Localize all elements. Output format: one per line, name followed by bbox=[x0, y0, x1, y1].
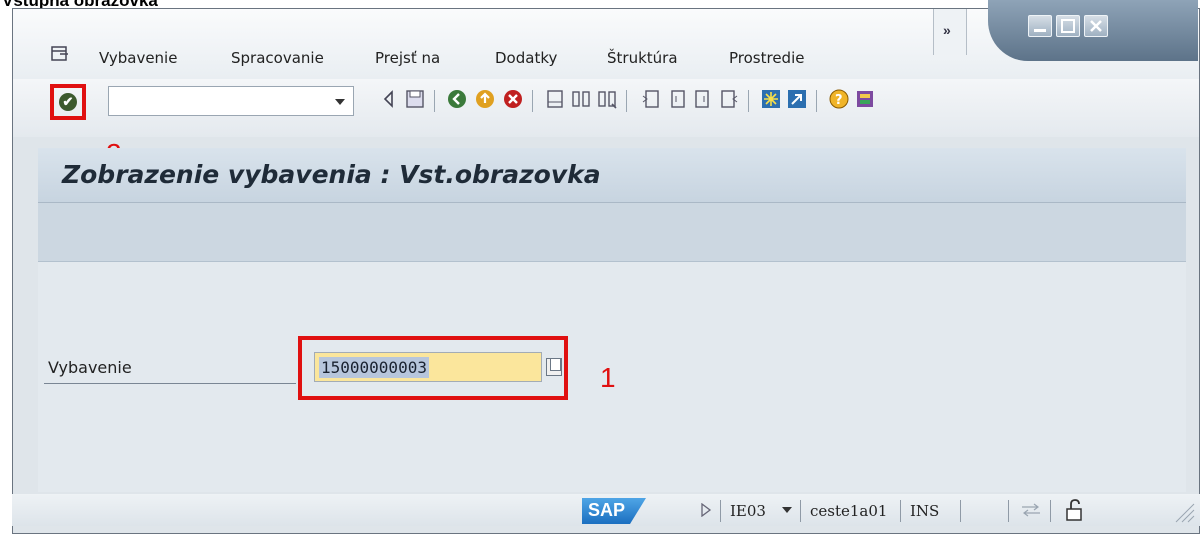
minimize-icon bbox=[1034, 29, 1046, 32]
close-button[interactable] bbox=[1084, 15, 1108, 37]
svg-text:?: ? bbox=[835, 93, 843, 108]
last-page-icon[interactable] bbox=[718, 88, 740, 110]
close-icon bbox=[1090, 20, 1102, 32]
sap-logo: SAP bbox=[582, 498, 646, 524]
layout-icon[interactable] bbox=[854, 88, 876, 110]
save-icon[interactable] bbox=[404, 88, 426, 110]
menu-item-prostredie[interactable]: Prostredie bbox=[729, 49, 804, 67]
equipment-label: Vybavenie bbox=[48, 358, 132, 377]
menu-icon[interactable] bbox=[51, 45, 69, 63]
annotation-1: 1 bbox=[600, 362, 616, 393]
highlight-box-1 bbox=[298, 336, 568, 400]
screen-area: Zobrazenie vybavenia : Vst.obrazovka Vyb… bbox=[38, 148, 1186, 492]
shortcut-icon[interactable] bbox=[786, 88, 808, 110]
find-icon[interactable] bbox=[570, 88, 592, 110]
exit-icon[interactable] bbox=[474, 88, 496, 110]
status-separator bbox=[1008, 500, 1009, 522]
first-page-icon[interactable] bbox=[640, 88, 662, 110]
status-separator bbox=[800, 500, 801, 522]
label-underline bbox=[44, 383, 296, 384]
maximize-button[interactable] bbox=[1056, 15, 1080, 37]
help-icon[interactable]: ? bbox=[828, 88, 850, 110]
lock-icon[interactable] bbox=[1064, 498, 1086, 522]
application-toolbar bbox=[38, 203, 1186, 262]
menu-bar: Vybavenie Spracovanie Prejsť na Dodatky … bbox=[13, 0, 1199, 79]
title-band: Zobrazenie vybavenia : Vst.obrazovka bbox=[38, 148, 1186, 203]
find-next-icon[interactable] bbox=[596, 88, 618, 110]
back-icon[interactable] bbox=[446, 88, 468, 110]
toolbar-separator bbox=[434, 90, 435, 112]
toolbar-separator bbox=[626, 90, 627, 112]
menu-item-vybavenie[interactable]: Vybavenie bbox=[99, 49, 177, 67]
back-arrow-icon[interactable] bbox=[378, 88, 400, 110]
status-separator bbox=[900, 500, 901, 522]
toolbar-separator bbox=[816, 90, 817, 112]
overflow-chevron: » bbox=[943, 22, 951, 38]
cancel-icon[interactable] bbox=[502, 88, 524, 110]
status-bar: SAP IE03 ceste1a01 INS bbox=[12, 494, 1200, 526]
menu-item-dodatky[interactable]: Dodatky bbox=[495, 49, 557, 67]
menu-item-prejst-na[interactable]: Prejsť na bbox=[375, 49, 440, 67]
maximize-icon bbox=[1061, 19, 1075, 33]
status-separator bbox=[960, 500, 961, 522]
status-separator bbox=[1050, 500, 1051, 522]
enter-button[interactable]: ✔ bbox=[50, 84, 86, 120]
print-icon[interactable] bbox=[544, 88, 566, 110]
resize-grip-icon[interactable] bbox=[1172, 500, 1196, 524]
menu-item-spracovanie[interactable]: Spracovanie bbox=[231, 49, 324, 67]
status-separator bbox=[720, 500, 721, 522]
next-page-icon[interactable] bbox=[692, 88, 714, 110]
toolbar-separator bbox=[532, 90, 533, 112]
minimize-button[interactable] bbox=[1028, 15, 1052, 37]
toolbar-separator bbox=[748, 90, 749, 112]
page-title: Zobrazenie vybavenia : Vst.obrazovka bbox=[62, 160, 601, 189]
chevron-down-icon[interactable] bbox=[782, 507, 792, 513]
menu-item-struktura[interactable]: Štruktúra bbox=[607, 49, 678, 67]
previous-page-icon[interactable] bbox=[666, 88, 688, 110]
play-icon[interactable] bbox=[700, 503, 712, 517]
window-controls bbox=[988, 0, 1198, 61]
command-field[interactable] bbox=[108, 86, 354, 116]
transfer-icon[interactable] bbox=[1020, 501, 1042, 519]
server-name: ceste1a01 bbox=[810, 502, 888, 520]
chevron-down-icon[interactable] bbox=[335, 99, 345, 105]
insert-mode: INS bbox=[910, 502, 940, 520]
new-session-icon[interactable] bbox=[760, 88, 782, 110]
menu-overflow-button[interactable]: » bbox=[933, 9, 967, 55]
check-icon: ✔ bbox=[59, 93, 77, 111]
transaction-code: IE03 bbox=[730, 502, 766, 520]
